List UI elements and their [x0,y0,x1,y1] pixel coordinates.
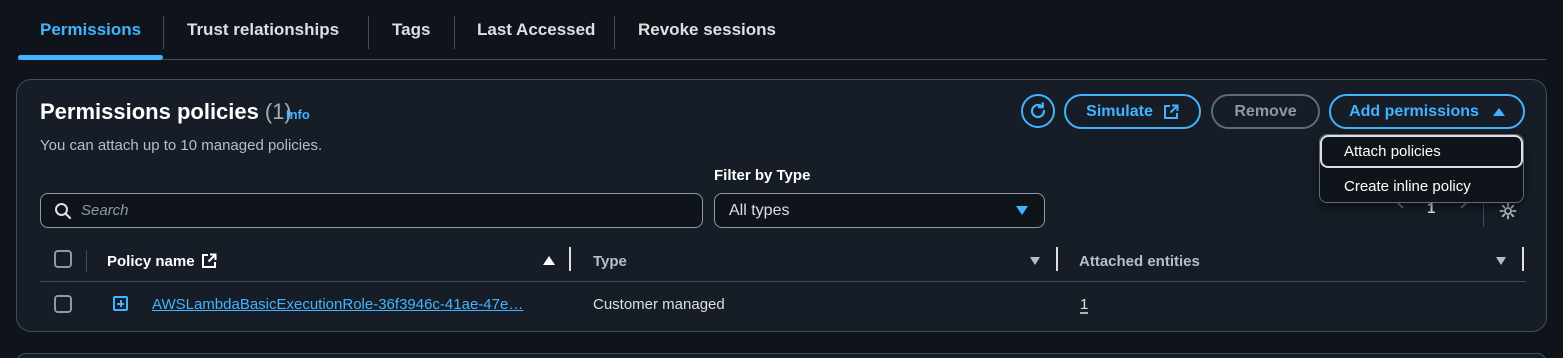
refresh-button[interactable] [1021,94,1055,128]
tab-revoke-sessions[interactable]: Revoke sessions [638,0,776,60]
expand-row-icon[interactable] [113,296,128,311]
column-label: Policy name [107,252,195,270]
filter-type-value: All types [729,201,790,219]
tab-label: Trust relationships [187,20,340,39]
tab-label: Last Accessed [477,20,596,39]
simulate-label: Simulate [1086,102,1153,120]
column-label: Attached entities [1079,252,1200,270]
external-link-icon [201,253,217,268]
remove-button[interactable]: Remove [1211,94,1320,129]
column-resizer[interactable] [569,247,571,271]
active-tab-indicator [18,55,163,60]
tab-label: Permissions [40,20,142,39]
menu-item-create-inline-policy[interactable]: Create inline policy [1320,169,1523,203]
panel-title: Permissions policies (1) [40,99,292,125]
add-permissions-menu: Attach policies Create inline policy [1319,134,1524,203]
refresh-icon [1030,102,1046,119]
tab-permissions[interactable]: Permissions [40,0,141,60]
attached-entities-count[interactable]: 1 [1080,296,1088,313]
tab-label: Revoke sessions [638,20,776,39]
attached-entities-cell: 1 [1080,282,1088,326]
row-checkbox[interactable] [54,295,72,313]
tab-divider [163,16,164,49]
caret-up-icon [1492,107,1505,116]
tab-last-accessed[interactable]: Last Accessed [477,0,595,60]
tab-trust-relationships[interactable]: Trust relationships [187,0,339,60]
table-header: Policy name Type Attached entities [40,240,1526,282]
search-input[interactable] [81,194,691,227]
caret-down-icon [1016,206,1028,215]
select-all-checkbox[interactable] [54,250,72,268]
panel-subtitle: You can attach up to 10 managed policies… [40,137,323,154]
search-box [40,193,703,228]
add-permissions-button[interactable]: Add permissions [1329,94,1525,129]
column-header-policy-name[interactable]: Policy name [107,240,217,282]
menu-item-attach-policies[interactable]: Attach policies [1320,135,1523,168]
column-resizer[interactable] [1056,247,1058,271]
next-panel-edge [16,353,1547,358]
column-resizer[interactable] [1522,247,1524,271]
simulate-button[interactable]: Simulate [1064,94,1201,129]
filter-by-type-label: Filter by Type [714,167,811,184]
gear-icon[interactable] [1499,202,1517,220]
sort-ascending-icon[interactable] [543,256,555,265]
policy-name-cell: AWSLambdaBasicExecutionRole-36f3946c-41a… [152,282,544,326]
info-link[interactable]: Info [286,107,310,122]
column-header-type[interactable]: Type [593,240,627,282]
policy-type-cell: Customer managed [593,295,725,313]
sort-icon[interactable] [1030,257,1040,265]
panel-title-text: Permissions policies [40,99,259,124]
tab-label: Tags [392,20,431,39]
tab-bar: Permissions Trust relationships Tags Las… [18,0,1546,60]
tab-divider [614,16,615,49]
tab-divider [454,16,455,49]
tab-divider [368,16,369,49]
table-row: AWSLambdaBasicExecutionRole-36f3946c-41a… [40,282,1526,326]
add-permissions-label: Add permissions [1349,102,1479,120]
permissions-policies-panel: Permissions policies (1) Info You can at… [16,79,1547,332]
external-link-icon [1163,104,1179,119]
menu-item-label: Create inline policy [1344,177,1471,195]
remove-label: Remove [1234,102,1297,120]
filter-type-select[interactable]: All types [714,193,1045,228]
column-divider [86,250,87,272]
search-icon [55,203,72,220]
tab-tags[interactable]: Tags [392,0,430,60]
policy-name-link[interactable]: AWSLambdaBasicExecutionRole-36f3946c-41a… [152,296,544,313]
column-label: Type [593,252,627,270]
menu-item-label: Attach policies [1344,143,1441,160]
sort-icon[interactable] [1496,257,1506,265]
column-header-attached-entities[interactable]: Attached entities [1079,240,1200,282]
